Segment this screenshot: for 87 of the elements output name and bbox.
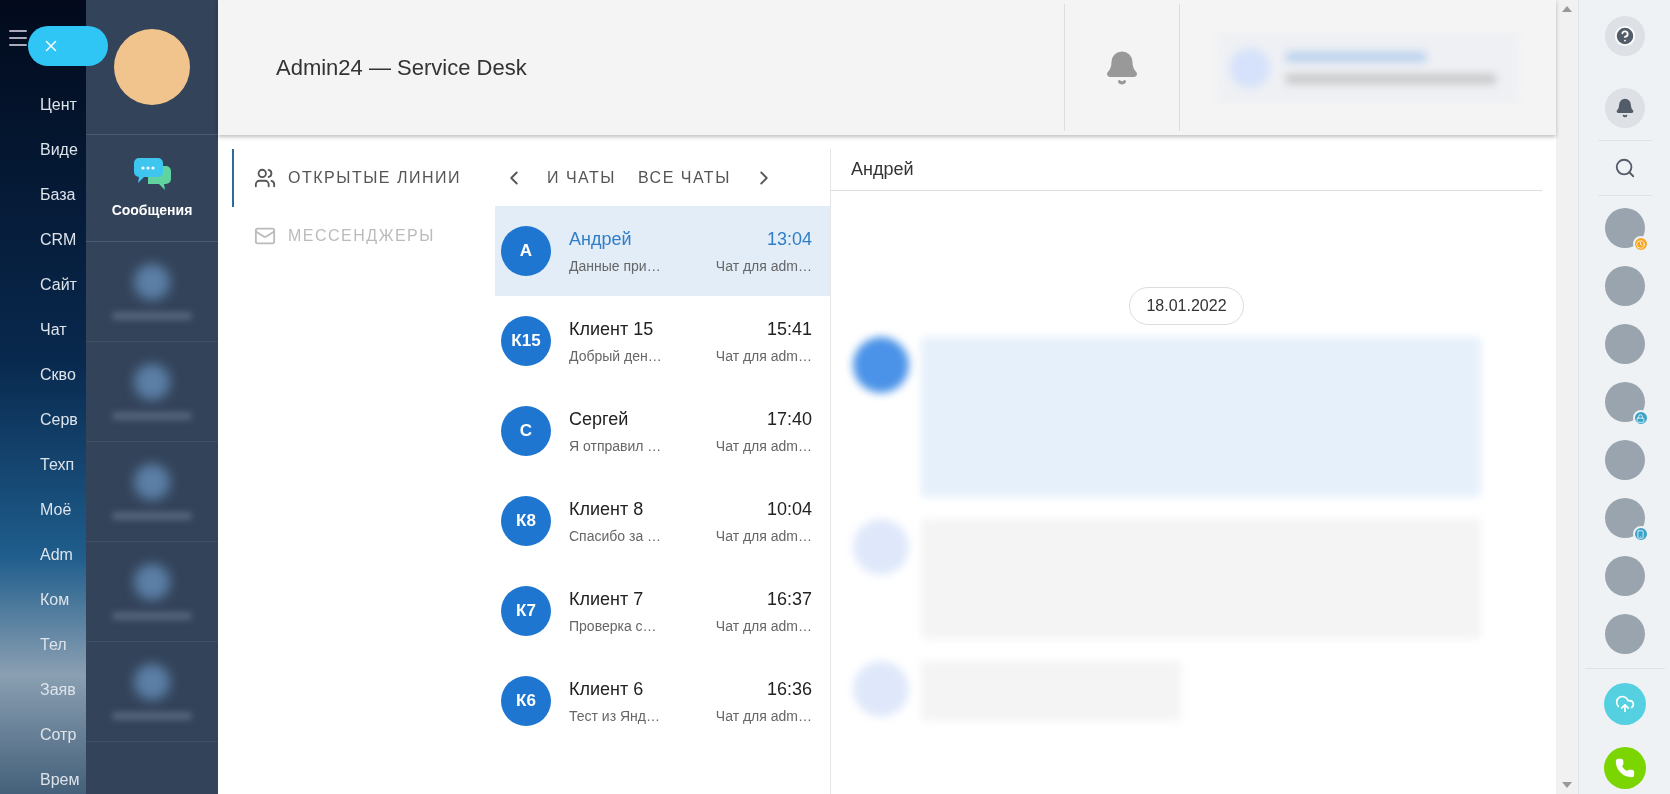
notifications-button[interactable] bbox=[1604, 88, 1645, 128]
contact-avatar[interactable] bbox=[1604, 614, 1645, 654]
message-time: 16:36 bbox=[766, 677, 812, 701]
message-preview: Проверка с… bbox=[569, 616, 657, 636]
message-preview: Я отправил … bbox=[569, 436, 662, 456]
contact-name: Сергей bbox=[569, 407, 629, 431]
message-preview: Данные при… bbox=[569, 256, 661, 276]
initials-avatar: К7 bbox=[501, 586, 551, 636]
chat-list-item[interactable]: А Андрей 13:04 Данные при… Чат для adm… bbox=[495, 206, 830, 296]
scrollbar[interactable] bbox=[1556, 0, 1578, 794]
message-time: 15:41 bbox=[766, 317, 812, 341]
page-title: Admin24 — Service Desk bbox=[276, 54, 527, 82]
channel-name: Чат для adm… bbox=[715, 346, 812, 366]
call-button[interactable] bbox=[1603, 747, 1646, 789]
contact-avatar[interactable] bbox=[1604, 382, 1645, 422]
phone-badge-icon bbox=[1632, 526, 1649, 542]
blurred-avatar bbox=[853, 337, 909, 393]
bell-icon bbox=[1614, 98, 1635, 118]
mobile-cloud-button[interactable] bbox=[1603, 683, 1646, 725]
contact-name: Клиент 6 bbox=[569, 677, 644, 701]
message-preview: Тест из Янд… bbox=[569, 706, 660, 726]
initials-avatar: А bbox=[501, 226, 551, 276]
menu-item[interactable]: Врем bbox=[40, 771, 80, 789]
channel-name: Чат для adm… bbox=[715, 616, 812, 636]
filter-tab[interactable]: И ЧАТЫ bbox=[547, 165, 616, 190]
initials-avatar: К6 bbox=[501, 676, 551, 726]
blurred-avatar bbox=[853, 661, 909, 717]
contact-name: Клиент 7 bbox=[569, 587, 644, 611]
lock-badge-icon bbox=[1632, 410, 1649, 426]
contact-name: Клиент 15 bbox=[569, 317, 654, 341]
blurred-avatar bbox=[853, 519, 909, 575]
phone-icon bbox=[1614, 758, 1635, 778]
menu-item[interactable]: Виде bbox=[40, 141, 80, 159]
filter-tab[interactable]: ВСЕ ЧАТЫ bbox=[637, 165, 731, 190]
conversation-title: Андрей bbox=[851, 158, 914, 181]
mail-icon bbox=[254, 225, 276, 247]
menu-item[interactable]: Ком bbox=[40, 591, 80, 609]
initials-avatar: К8 bbox=[501, 496, 551, 546]
scroll-down-icon bbox=[1562, 782, 1572, 788]
contact-avatar[interactable] bbox=[1604, 324, 1645, 364]
contact-name: Клиент 8 bbox=[569, 497, 644, 521]
help-button[interactable] bbox=[1604, 16, 1645, 56]
clock-badge-icon bbox=[1632, 236, 1649, 252]
blurred-app-icon[interactable] bbox=[134, 563, 170, 600]
message-time: 16:37 bbox=[766, 587, 812, 611]
channel-name: Чат для adm… bbox=[715, 706, 812, 726]
contact-name: Андрей bbox=[569, 227, 632, 251]
channel-name: Чат для adm… bbox=[715, 526, 812, 546]
cloud-icon bbox=[1614, 694, 1635, 714]
notification-bell-icon[interactable] bbox=[1104, 49, 1140, 86]
menu-item[interactable]: Сайт bbox=[40, 276, 80, 294]
initials-avatar: К15 bbox=[501, 316, 551, 366]
menu-item[interactable]: Цент bbox=[40, 96, 80, 114]
close-button[interactable] bbox=[28, 26, 108, 66]
tab[interactable]: ОТКРЫТЫЕ ЛИНИИ bbox=[232, 149, 495, 207]
menu-item[interactable]: Чат bbox=[40, 321, 80, 339]
help-icon bbox=[1613, 25, 1636, 47]
menu-item[interactable]: Скво bbox=[40, 366, 80, 384]
contact-avatar[interactable] bbox=[1604, 556, 1645, 596]
menu-item[interactable]: База bbox=[40, 186, 80, 204]
contact-avatar[interactable] bbox=[1604, 498, 1645, 538]
search-icon[interactable] bbox=[1613, 157, 1636, 179]
chat-bubbles-icon bbox=[132, 155, 172, 192]
initials-avatar: С bbox=[501, 406, 551, 456]
message-preview: Добрый ден… bbox=[569, 346, 662, 366]
blurred-app-icon[interactable] bbox=[134, 363, 170, 400]
message-time: 13:04 bbox=[766, 227, 812, 251]
people-icon bbox=[254, 167, 276, 189]
menu-item[interactable]: Серв bbox=[40, 411, 80, 429]
blurred-app-icon[interactable] bbox=[134, 663, 170, 700]
channel-name: Чат для adm… bbox=[715, 256, 812, 276]
blurred-app-icon[interactable] bbox=[134, 263, 170, 300]
message-preview: Спасибо за … bbox=[569, 526, 662, 546]
date-chip: 18.01.2022 bbox=[1129, 287, 1244, 325]
message-time: 10:04 bbox=[766, 497, 812, 521]
menu-item[interactable]: Моё bbox=[40, 501, 80, 519]
contact-avatar[interactable] bbox=[1604, 440, 1645, 480]
sidebar-item[interactable]: Сообщения bbox=[86, 135, 218, 242]
blurred-app-icon[interactable] bbox=[134, 463, 170, 500]
menu-item[interactable]: CRM bbox=[40, 231, 80, 249]
contact-avatar[interactable] bbox=[1604, 208, 1645, 248]
menu-item[interactable]: Adm bbox=[40, 546, 80, 564]
channel-name: Чат для adm… bbox=[715, 436, 812, 456]
contact-avatar[interactable] bbox=[1604, 266, 1645, 306]
menu-item[interactable]: Техп bbox=[40, 456, 80, 474]
message-time: 17:40 bbox=[766, 407, 812, 431]
scroll-up-icon bbox=[1562, 6, 1572, 12]
